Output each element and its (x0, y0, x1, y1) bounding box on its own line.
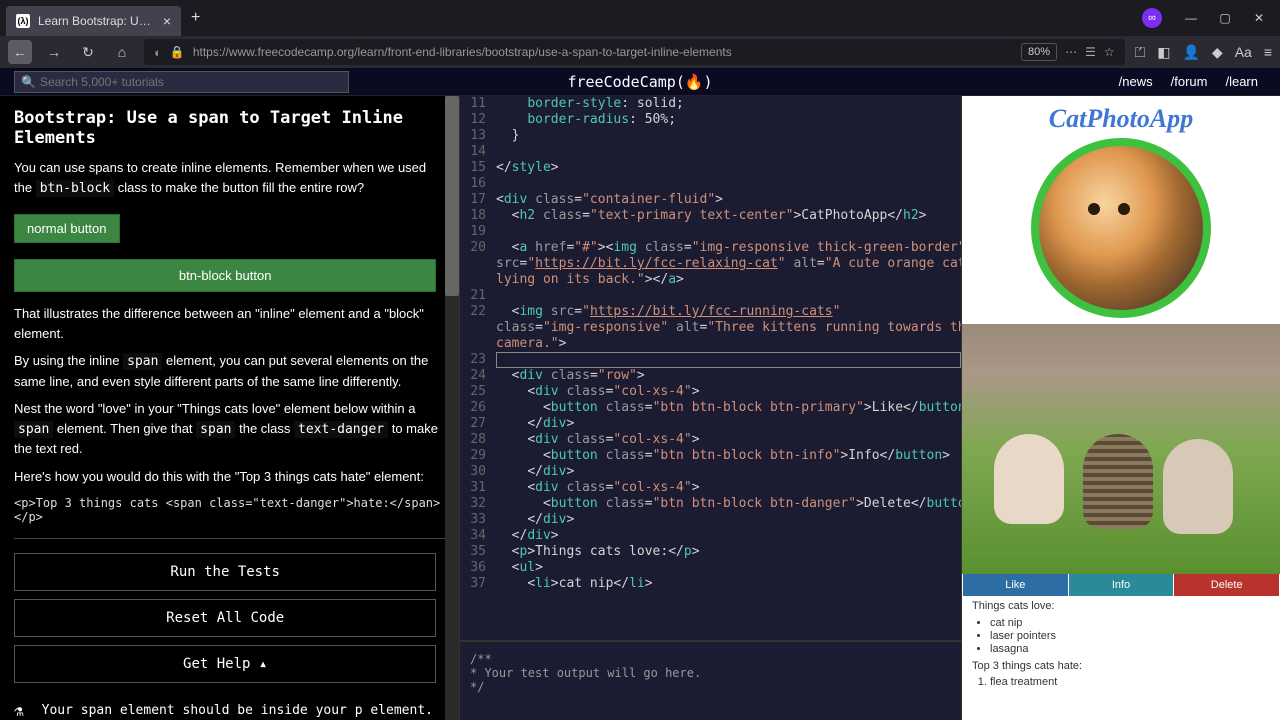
list-item: cat nip (990, 617, 1270, 629)
list-item: lasagna (990, 643, 1270, 655)
extension-icon[interactable]: ◆ (1212, 44, 1223, 61)
pocket-icon[interactable]: ◧ (1157, 44, 1170, 61)
fcc-header: 🔍 freeCodeCamp(🔥) /news /forum /learn (0, 68, 1280, 96)
browser-tab[interactable]: (λ) Learn Bootstrap: Use a span to × (6, 6, 181, 36)
tab-favicon: (λ) (16, 14, 30, 28)
lesson-title: Bootstrap: Use a span to Target Inline E… (14, 108, 445, 148)
new-tab-button[interactable]: + (181, 9, 210, 27)
firefox-account-icon[interactable]: ∞ (1142, 8, 1162, 28)
close-window-button[interactable]: ✕ (1244, 4, 1274, 32)
reload-button[interactable]: ↻ (76, 40, 100, 64)
list-item: laser pointers (990, 630, 1270, 642)
test-item: ⚗Your span element should be inside your… (14, 701, 445, 720)
kittens-image (962, 324, 1280, 574)
forward-button[interactable]: → (42, 40, 66, 64)
instruction-p4: Nest the word "love" in your "Things cat… (14, 399, 445, 459)
preview-title: CatPhotoApp (962, 96, 1280, 138)
info-button[interactable]: Info (1069, 574, 1174, 596)
run-tests-button[interactable]: Run the Tests (14, 553, 436, 591)
nav-forum[interactable]: /forum (1163, 71, 1216, 92)
nav-news[interactable]: /news (1111, 71, 1161, 92)
list-item: flea treatment (990, 676, 1270, 688)
code-editor[interactable]: 11 border-style: solid;12 border-radius:… (460, 96, 962, 720)
home-button[interactable]: ⌂ (110, 40, 134, 64)
search-icon: 🔍 (21, 75, 36, 89)
lock-icon[interactable]: 🔒 (170, 45, 185, 59)
instruction-p5: Here's how you would do this with the "T… (14, 467, 445, 487)
address-bar[interactable]: ◐ 🔒 https://www.freecodecamp.org/learn/f… (144, 39, 1125, 65)
cat-thumbnail[interactable] (1031, 138, 1211, 318)
fcc-logo[interactable]: freeCodeCamp(🔥) (567, 73, 712, 91)
tracking-shield-icon[interactable]: ◐ (154, 45, 162, 60)
tab-title: Learn Bootstrap: Use a span to (38, 14, 155, 28)
love-label: Things cats love: (962, 596, 1280, 616)
like-button[interactable]: Like (963, 574, 1068, 596)
url-text: https://www.freecodecamp.org/learn/front… (193, 45, 1013, 59)
tab-close-icon[interactable]: × (163, 13, 171, 29)
maximize-button[interactable]: ▢ (1210, 4, 1240, 32)
reset-code-button[interactable]: Reset All Code (14, 599, 436, 637)
more-icon[interactable]: ⋯ (1065, 45, 1077, 59)
profile-icon[interactable]: 👤 (1182, 44, 1199, 61)
zoom-level[interactable]: 80% (1021, 43, 1057, 61)
instruction-p1: You can use spans to create inline eleme… (14, 158, 445, 198)
normal-button-demo: normal button (14, 214, 120, 243)
instruction-p2: That illustrates the difference between … (14, 304, 445, 343)
instruction-p3: By using the inline span element, you ca… (14, 351, 445, 391)
preview-panel: CatPhotoApp Like Info Delete Things cats… (962, 96, 1280, 720)
nav-learn[interactable]: /learn (1217, 71, 1266, 92)
delete-button[interactable]: Delete (1174, 574, 1279, 596)
instructions-panel: Bootstrap: Use a span to Target Inline E… (0, 96, 460, 720)
code-example: <p>Top 3 things cats <span class="text-d… (14, 496, 445, 524)
library-icon[interactable]: ⏍ (1135, 44, 1146, 61)
browser-toolbar: ← → ↻ ⌂ ◐ 🔒 https://www.freecodecamp.org… (0, 36, 1280, 68)
block-button-demo: btn-block button (14, 259, 436, 292)
scrollbar[interactable] (445, 96, 459, 720)
menu-icon[interactable]: ≡ (1264, 44, 1272, 60)
search-input[interactable] (40, 75, 342, 89)
bookmark-star-icon[interactable]: ☆ (1104, 45, 1115, 59)
get-help-button[interactable]: Get Help ▴ (14, 645, 436, 683)
search-box[interactable]: 🔍 (14, 71, 349, 93)
back-button[interactable]: ← (8, 40, 32, 64)
love-list: cat nip laser pointers lasagna (962, 617, 1280, 655)
minimize-button[interactable]: — (1176, 4, 1206, 32)
test-output: /** * Your test output will go here. */ (460, 640, 961, 720)
hate-list: flea treatment (962, 676, 1280, 688)
tests-list: ⚗Your span element should be inside your… (14, 701, 445, 720)
hate-label: Top 3 things cats hate: (962, 656, 1280, 676)
browser-tab-bar: (λ) Learn Bootstrap: Use a span to × + ∞… (0, 0, 1280, 36)
reader-icon[interactable]: ☰ (1085, 45, 1096, 59)
flask-icon: ⚗ (14, 701, 24, 720)
reader-mode-icon[interactable]: Aa (1235, 44, 1252, 60)
